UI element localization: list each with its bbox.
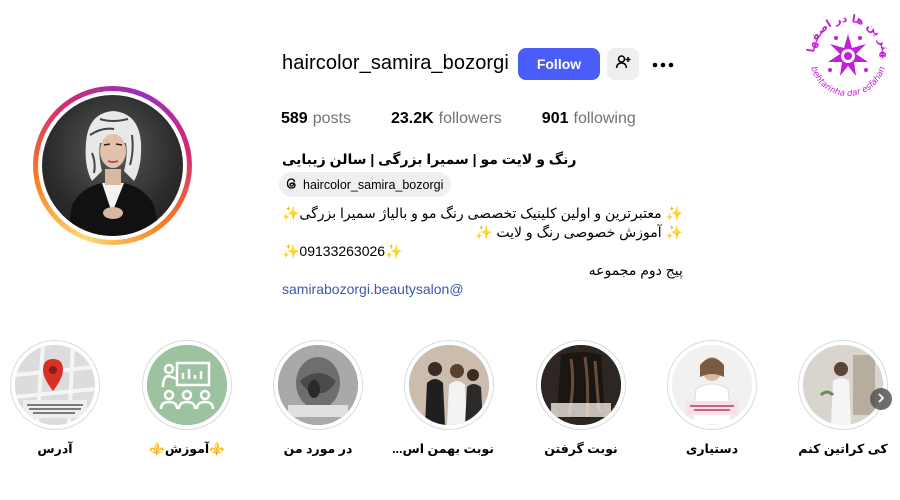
profile-avatar[interactable] [33, 86, 192, 245]
highlight-cover [409, 345, 489, 425]
highlight-ring [798, 340, 888, 430]
profile-bio: ✨ معتبرترین و اولین کلینیک تخصصی رنگ مو … [282, 204, 683, 299]
highlight-ring [10, 340, 100, 430]
stat-following-label: following [573, 110, 636, 127]
highlight-cover [278, 345, 358, 425]
bio-line: ✨09133263026✨ [282, 243, 403, 259]
highlight-ring [404, 340, 494, 430]
more-options-button[interactable] [650, 52, 676, 76]
stat-following[interactable]: 901 following [542, 110, 636, 128]
highlight-cover [15, 345, 95, 425]
bio-line: ✨ آموزش خصوصی رنگ و لایت ✨ [475, 224, 683, 240]
presentation-icon [147, 345, 227, 425]
highlight-cover [672, 345, 752, 425]
highlight-label: آدرس [37, 442, 73, 456]
stat-followers[interactable]: 23.2K followers [391, 110, 502, 128]
avatar-border [38, 91, 187, 240]
highlight-label: نوبت بهمن اس... [392, 442, 494, 456]
chevron-right-icon [876, 390, 886, 408]
highlight-address[interactable]: آدرس [10, 340, 100, 456]
highlight-label: کی کراتین کنم [798, 442, 888, 456]
avatar-photo [42, 95, 183, 236]
highlight-ring [667, 340, 757, 430]
highlight-label: ⚜️آموزش⚜️ [149, 442, 225, 456]
svg-text:behtarinha dar esfahan: behtarinha dar esfahan [808, 65, 887, 99]
highlight-ring [273, 340, 363, 430]
highlight-booking[interactable]: نوبت گرفتن [536, 340, 626, 456]
highlight-label: نوبت گرفتن [544, 442, 618, 456]
bio-line: پیج دوم مجموعه [588, 262, 683, 278]
highlight-cover [147, 345, 227, 425]
watermark-logo: بهتر ین ها در اصفهان behtarinha dar esfa… [795, 0, 896, 104]
highlight-cover [803, 345, 883, 425]
stat-following-count: 901 [541, 110, 569, 127]
bio-mention-link[interactable]: samirabozorgi.beautysalon@ [282, 280, 683, 299]
stat-followers-count: 23.2K [390, 110, 434, 127]
highlight-label: دستیاری [685, 442, 739, 456]
highlight-assistant[interactable]: دستیاری [667, 340, 757, 456]
suggest-user-button[interactable] [607, 48, 639, 80]
follow-button[interactable]: Follow [518, 48, 600, 80]
threads-icon [285, 177, 298, 193]
highlights-next-button[interactable] [870, 388, 892, 410]
highlight-cover [541, 345, 621, 425]
highlight-ring [142, 340, 232, 430]
stat-posts-count: 589 [281, 110, 308, 127]
profile-username: haircolor_samira_bozorgi [282, 52, 509, 74]
stat-followers-label: followers [438, 110, 502, 127]
stat-posts-label: posts [312, 110, 351, 127]
bio-line: ✨ معتبرترین و اولین کلینیک تخصصی رنگ مو … [282, 205, 683, 221]
add-person-icon [615, 54, 631, 75]
highlight-label: در مورد من [283, 442, 353, 456]
threads-badge[interactable]: haircolor_samira_bozorgi [279, 172, 452, 197]
profile-stats: 589 posts 23.2K followers 901 following [281, 110, 636, 128]
stat-posts: 589 posts [281, 110, 351, 128]
highlight-about-me[interactable]: در مورد من [273, 340, 363, 456]
threads-handle: haircolor_samira_bozorgi [303, 177, 444, 192]
highlight-appointments-bahman[interactable]: نوبت بهمن اس... [392, 340, 494, 456]
highlight-training[interactable]: ⚜️آموزش⚜️ [142, 340, 232, 457]
highlight-ring [536, 340, 626, 430]
more-dots-icon [652, 55, 674, 73]
